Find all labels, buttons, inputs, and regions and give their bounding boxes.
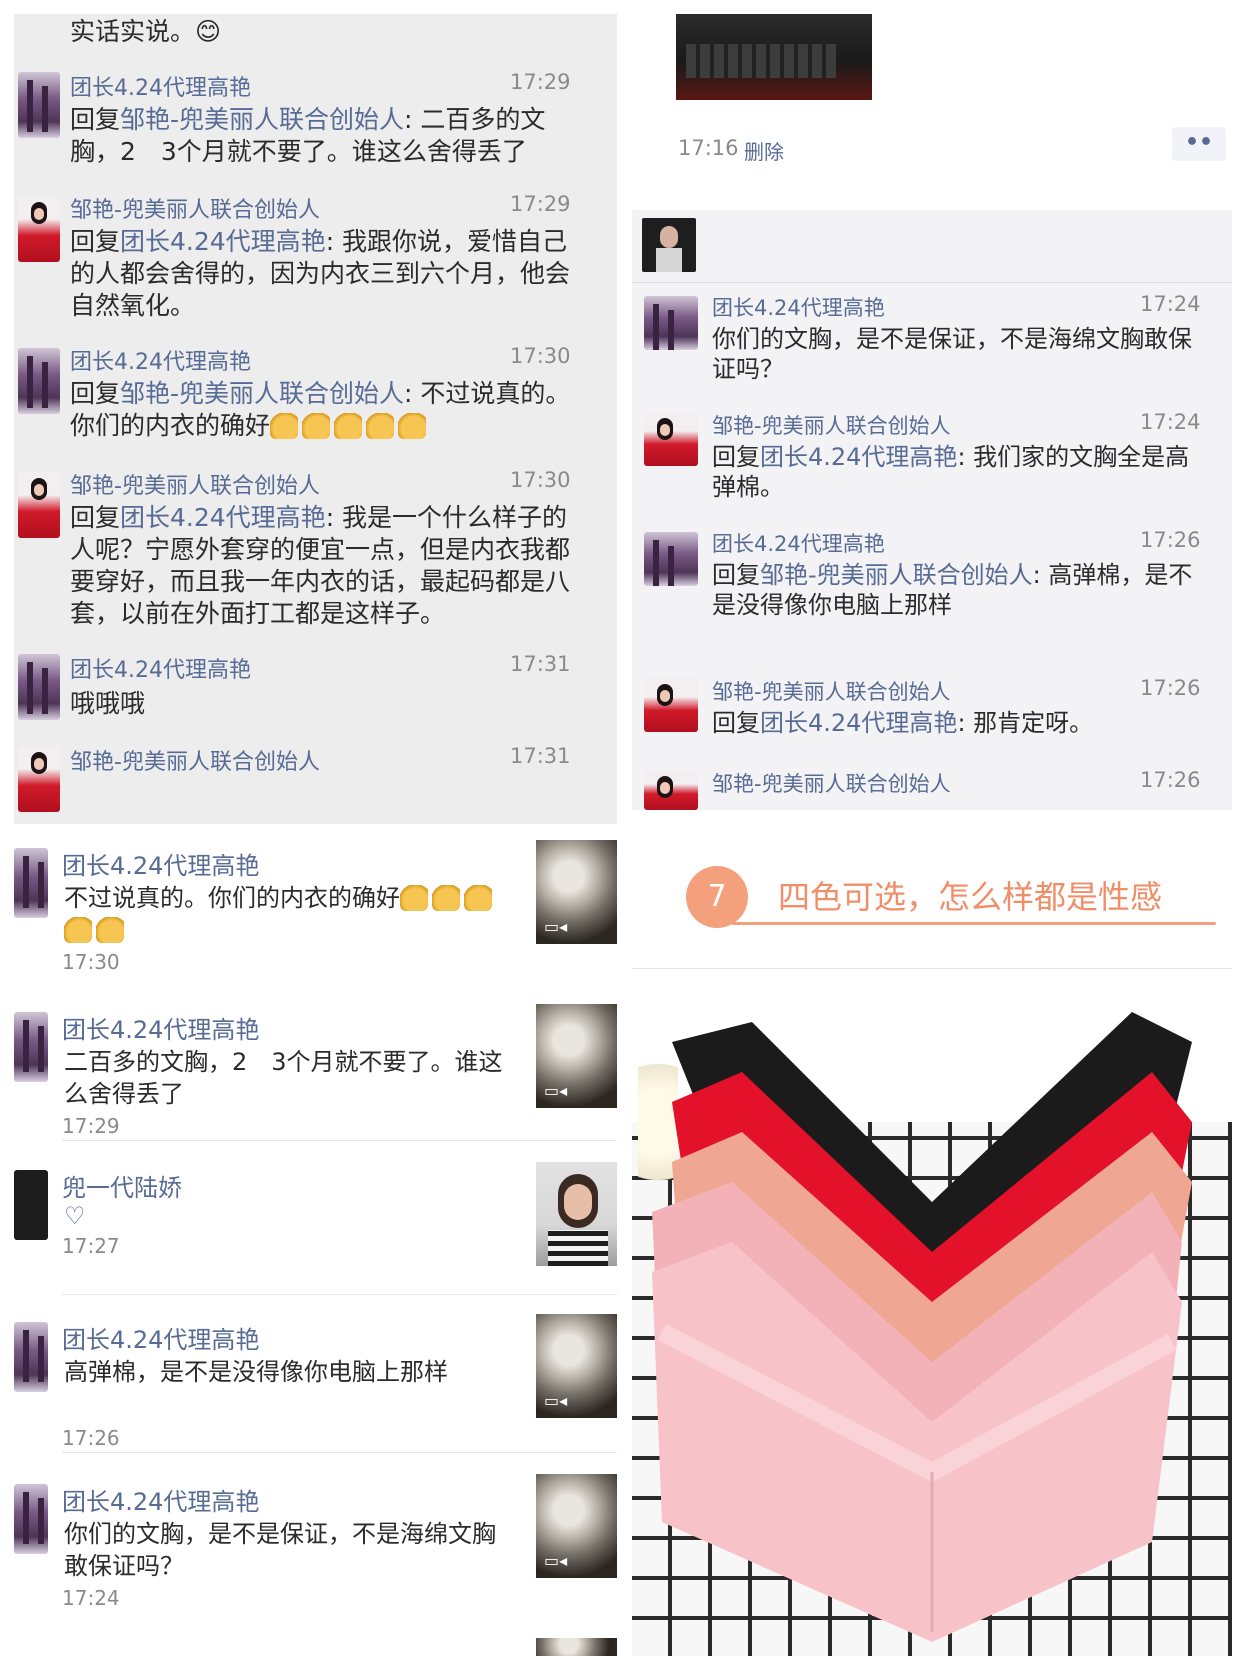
message-text: 回复团长4.24代理高艳: 那肯定呀。 bbox=[712, 709, 1094, 737]
bra-illustration bbox=[652, 1012, 1192, 1642]
avatar[interactable] bbox=[18, 654, 60, 720]
message-time: 17:30 bbox=[510, 468, 571, 492]
comment-text: 高弹棉，是不是没得像你电脑上那样 bbox=[64, 1358, 448, 1386]
avatar[interactable] bbox=[14, 848, 48, 918]
video-icon: ▭◂ bbox=[544, 1391, 568, 1410]
chat-panel-top-left: 实话实说。😊 团长4.24代理高艳 17:29 回复邹艳-兜美丽人联合创始人: … bbox=[14, 14, 617, 824]
sender-name[interactable]: 团长4.24代理高艳 bbox=[70, 70, 251, 102]
avatar[interactable] bbox=[644, 412, 698, 466]
avatar[interactable] bbox=[14, 1484, 48, 1554]
sender-name[interactable]: 兜一代陆娇 bbox=[62, 1168, 182, 1203]
avatar[interactable] bbox=[644, 532, 698, 586]
comment-text: 二百多的文胸，2 3个月就不要了。谁这么舍得丢了 bbox=[64, 1048, 503, 1108]
comment-time: 17:27 bbox=[62, 1234, 120, 1258]
message-time: 17:31 bbox=[510, 744, 571, 768]
notification-panel-bottom-left: 团长4.24代理高艳 不过说真的。你们的内衣的确好 17:30 ▭◂ 团长4.2… bbox=[14, 838, 617, 1656]
message-time: 17:30 bbox=[510, 344, 571, 368]
video-icon: ▭◂ bbox=[544, 1081, 568, 1100]
message-time: 17:31 bbox=[510, 652, 571, 676]
divider bbox=[632, 968, 1232, 969]
avatar[interactable] bbox=[14, 1012, 48, 1082]
avatar[interactable] bbox=[18, 472, 60, 538]
avatar[interactable] bbox=[18, 72, 60, 138]
post-thumbnail[interactable]: ▭◂ bbox=[536, 840, 617, 944]
comment-text: 不过说真的。你们的内衣的确好 bbox=[64, 882, 514, 946]
comment-text: 你们的文胸，是不是保证，不是海绵文胸敢保证吗？ bbox=[64, 1520, 496, 1580]
product-panel-bottom-right: 7 四色可选，怎么样都是性感 bbox=[632, 838, 1232, 1656]
sender-name[interactable]: 团长4.24代理高艳 bbox=[70, 652, 251, 684]
sender-name[interactable]: 团长4.24代理高艳 bbox=[62, 1320, 259, 1355]
sender-name[interactable]: 团长4.24代理高艳 bbox=[70, 344, 251, 376]
avatar[interactable] bbox=[644, 296, 698, 350]
divider bbox=[62, 1452, 617, 1453]
divider bbox=[632, 282, 1232, 283]
message-text: 回复团长4.24代理高艳: 我跟你说，爱惜自己的人都会舍得的，因为内衣三到六个月… bbox=[70, 227, 571, 320]
message-time: 17:29 bbox=[510, 70, 571, 94]
product-headline: 四色可选，怎么样都是性感 bbox=[778, 878, 1163, 916]
message-text: 回复团长4.24代理高艳: 我是一个什么样子的人呢？宁愿外套穿的便宜一点，但是内… bbox=[70, 503, 571, 628]
message-text: 回复邹艳-兜美丽人联合创始人: 高弹棉，是不是没得像你电脑上那样 bbox=[712, 561, 1193, 619]
message-time: 17:26 bbox=[1140, 528, 1201, 552]
divider bbox=[62, 1140, 617, 1141]
sender-name[interactable]: 邹艳-兜美丽人联合创始人 bbox=[70, 744, 320, 776]
message-time: 17:26 bbox=[1140, 768, 1201, 792]
sender-name[interactable]: 邹艳-兜美丽人联合创始人 bbox=[712, 410, 951, 440]
post-thumbnail[interactable] bbox=[536, 1162, 617, 1266]
liker-avatar[interactable] bbox=[642, 218, 696, 272]
message-fragment: 实话实说。😊 bbox=[70, 17, 222, 46]
avatar[interactable] bbox=[18, 196, 60, 262]
thumbs-up-icon bbox=[270, 411, 430, 440]
more-button[interactable]: •• bbox=[1172, 127, 1226, 161]
sender-name[interactable]: 团长4.24代理高艳 bbox=[712, 528, 885, 558]
message-text: 回复邹艳-兜美丽人联合创始人: 二百多的文胸，2 3个月就不要了。谁这么舍得丢了 bbox=[70, 105, 546, 166]
comment-time: 17:24 bbox=[62, 1586, 120, 1610]
product-photo[interactable] bbox=[632, 1002, 1232, 1656]
post-thumbnail[interactable]: ▭◂ bbox=[536, 1314, 617, 1418]
moment-panel-top-right: 17:16 删除 •• 团长4.24代理高艳 17:24 你们的文胸，是不是保证… bbox=[632, 14, 1232, 824]
avatar[interactable] bbox=[644, 678, 698, 732]
message-time: 17:24 bbox=[1140, 292, 1201, 316]
post-image[interactable] bbox=[676, 14, 872, 100]
sender-name[interactable]: 邹艳-兜美丽人联合创始人 bbox=[712, 676, 951, 706]
post-thumbnail[interactable] bbox=[536, 1638, 617, 1656]
sender-name[interactable]: 团长4.24代理高艳 bbox=[62, 1482, 259, 1517]
message-text: 回复邹艳-兜美丽人联合创始人: 不过说真的。你们的内衣的确好 bbox=[70, 379, 571, 440]
message-time: 17:29 bbox=[510, 192, 571, 216]
message-text: 哦哦哦 bbox=[70, 689, 146, 718]
video-icon: ▭◂ bbox=[544, 1551, 568, 1570]
message-text: 你们的文胸，是不是保证，不是海绵文胸敢保证吗？ bbox=[712, 325, 1192, 383]
post-thumbnail[interactable]: ▭◂ bbox=[536, 1004, 617, 1108]
sender-name[interactable]: 邹艳-兜美丽人联合创始人 bbox=[70, 468, 320, 500]
message-text: 回复团长4.24代理高艳: 我们家的文胸全是高弹棉。 bbox=[712, 443, 1190, 501]
sender-name[interactable]: 团长4.24代理高艳 bbox=[62, 846, 259, 881]
comment-time: 17:29 bbox=[62, 1114, 120, 1138]
avatar[interactable] bbox=[14, 1170, 48, 1240]
avatar[interactable] bbox=[18, 746, 60, 812]
post-thumbnail[interactable]: ▭◂ bbox=[536, 1474, 617, 1578]
delete-link[interactable]: 删除 bbox=[744, 136, 784, 165]
avatar[interactable] bbox=[18, 348, 60, 414]
message-time: 17:24 bbox=[1140, 410, 1201, 434]
post-time: 17:16 bbox=[678, 136, 739, 160]
avatar[interactable] bbox=[14, 1322, 48, 1392]
comment-time: 17:26 bbox=[62, 1426, 120, 1450]
sender-name[interactable]: 团长4.24代理高艳 bbox=[62, 1010, 259, 1045]
panel-edge bbox=[632, 810, 1232, 824]
divider bbox=[62, 1294, 617, 1295]
sender-name[interactable]: 邹艳-兜美丽人联合创始人 bbox=[70, 192, 320, 224]
comment-time: 17:30 bbox=[62, 950, 120, 974]
avatar[interactable] bbox=[644, 770, 698, 810]
message-time: 17:26 bbox=[1140, 676, 1201, 700]
video-icon: ▭◂ bbox=[544, 917, 568, 936]
heart-icon: ♡ bbox=[64, 1202, 86, 1230]
sender-name[interactable]: 团长4.24代理高艳 bbox=[712, 292, 885, 322]
step-badge: 7 bbox=[686, 866, 748, 928]
headline-underline bbox=[732, 922, 1216, 925]
sender-name[interactable]: 邹艳-兜美丽人联合创始人 bbox=[712, 768, 951, 798]
